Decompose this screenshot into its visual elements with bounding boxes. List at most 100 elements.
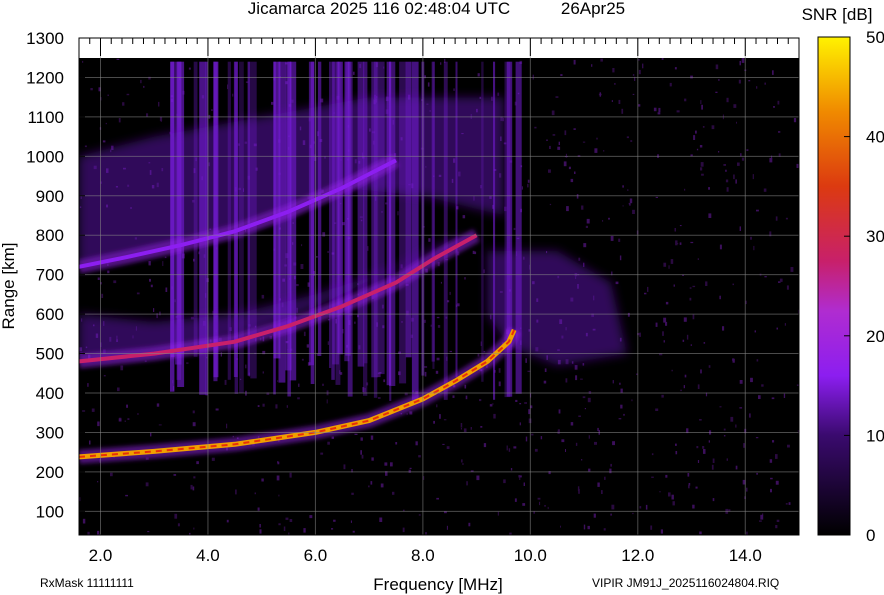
noise-speck: [442, 443, 445, 445]
noise-speck: [684, 374, 687, 378]
noise-speck: [84, 145, 87, 148]
noise-speck: [460, 423, 463, 428]
noise-speck: [519, 403, 522, 405]
noise-speck: [146, 113, 149, 117]
noise-speck: [289, 472, 292, 478]
noise-speck: [612, 380, 614, 384]
noise-speck: [259, 524, 261, 528]
noise-speck: [769, 459, 773, 463]
noise-speck: [424, 371, 427, 377]
noise-speck: [618, 238, 621, 242]
noise-speck: [477, 73, 480, 77]
noise-speck: [659, 491, 661, 493]
noise-speck: [632, 74, 635, 76]
noise-speck: [549, 203, 552, 206]
noise-speck: [610, 235, 614, 241]
noise-speck: [350, 520, 352, 523]
noise-speck: [697, 384, 700, 389]
noise-speck: [776, 327, 778, 330]
noise-speck: [424, 366, 428, 368]
noise-speck: [464, 384, 467, 389]
noise-speck: [361, 454, 364, 459]
noise-speck: [775, 454, 778, 459]
noise-speck: [749, 413, 751, 418]
noise-speck: [764, 82, 766, 85]
noise-speck: [702, 126, 705, 128]
noise-speck: [735, 465, 738, 470]
noise-speck: [735, 179, 737, 184]
noise-speck: [523, 482, 525, 486]
noise-speck: [588, 435, 590, 439]
colorbar-label: SNR [dB]: [802, 5, 873, 24]
x-tick-label: 8.0: [411, 546, 435, 565]
noise-speck: [557, 146, 561, 150]
noise-speck: [719, 406, 722, 408]
noise-speck: [521, 186, 523, 190]
noise-speck: [627, 189, 629, 191]
noise-speck: [371, 457, 374, 461]
noise-speck: [452, 395, 455, 398]
noise-speck: [708, 213, 712, 218]
noise-speck: [700, 167, 703, 171]
noise-speck: [544, 505, 546, 507]
noise-speck: [82, 60, 84, 63]
noise-speck: [655, 196, 658, 198]
y-tick-label: 1200: [26, 68, 64, 87]
noise-speck: [750, 236, 752, 240]
noise-speck: [435, 370, 439, 374]
noise-speck: [296, 284, 299, 287]
noise-speck: [684, 188, 686, 191]
noise-speck: [525, 358, 527, 363]
x-axis-label: Frequency [MHz]: [373, 575, 502, 594]
noise-speck: [638, 104, 641, 107]
x-tick-labels: 2.0 4.0 6.0 8.0 10.0 12.0 14.0: [89, 546, 762, 565]
noise-speck: [588, 468, 591, 472]
noise-speck: [327, 341, 330, 345]
noise-speck: [772, 440, 775, 443]
colorbar-tick-label: 0: [866, 526, 875, 545]
noise-speck: [527, 179, 530, 183]
noise-speck: [675, 443, 677, 446]
noise-speck: [232, 435, 234, 438]
noise-speck: [156, 403, 160, 407]
noise-speck: [145, 482, 149, 487]
noise-speck: [262, 371, 264, 374]
noise-speck: [756, 472, 758, 475]
noise-speck: [740, 153, 742, 157]
noise-speck: [476, 475, 480, 481]
noise-speck: [629, 203, 631, 206]
noise-speck: [689, 297, 692, 301]
y-tick-label: 900: [36, 187, 64, 206]
noise-speck: [748, 80, 751, 82]
noise-speck: [615, 281, 619, 285]
noise-speck: [746, 531, 748, 535]
noise-speck: [708, 187, 710, 190]
noise-speck: [703, 342, 706, 344]
noise-speck: [647, 286, 649, 292]
noise-speck: [561, 439, 565, 443]
noise-speck: [715, 64, 719, 70]
noise-speck: [699, 419, 702, 421]
noise-speck: [632, 209, 635, 214]
noise-speck: [739, 407, 743, 409]
noise-speck: [630, 140, 633, 142]
noise-speck: [110, 472, 113, 477]
noise-speck: [483, 443, 487, 448]
noise-speck: [418, 455, 421, 458]
noise-speck: [602, 220, 604, 222]
noise-speck: [118, 418, 122, 422]
noise-speck: [695, 130, 697, 134]
noise-speck: [525, 436, 528, 442]
noise-speck: [224, 379, 227, 385]
noise-speck: [655, 408, 659, 411]
y-tick-labels: 100 200 300 400 500 600 700 800 900 1000 1100 1200 1…: [26, 29, 85, 521]
noise-speck: [604, 476, 606, 480]
noise-speck: [327, 250, 329, 253]
noise-speck: [585, 225, 588, 228]
noise-speck: [700, 369, 702, 374]
noise-speck: [483, 351, 486, 353]
noise-speck: [126, 93, 130, 96]
noise-speck: [573, 128, 576, 130]
noise-speck: [722, 326, 725, 331]
noise-speck: [632, 93, 635, 95]
